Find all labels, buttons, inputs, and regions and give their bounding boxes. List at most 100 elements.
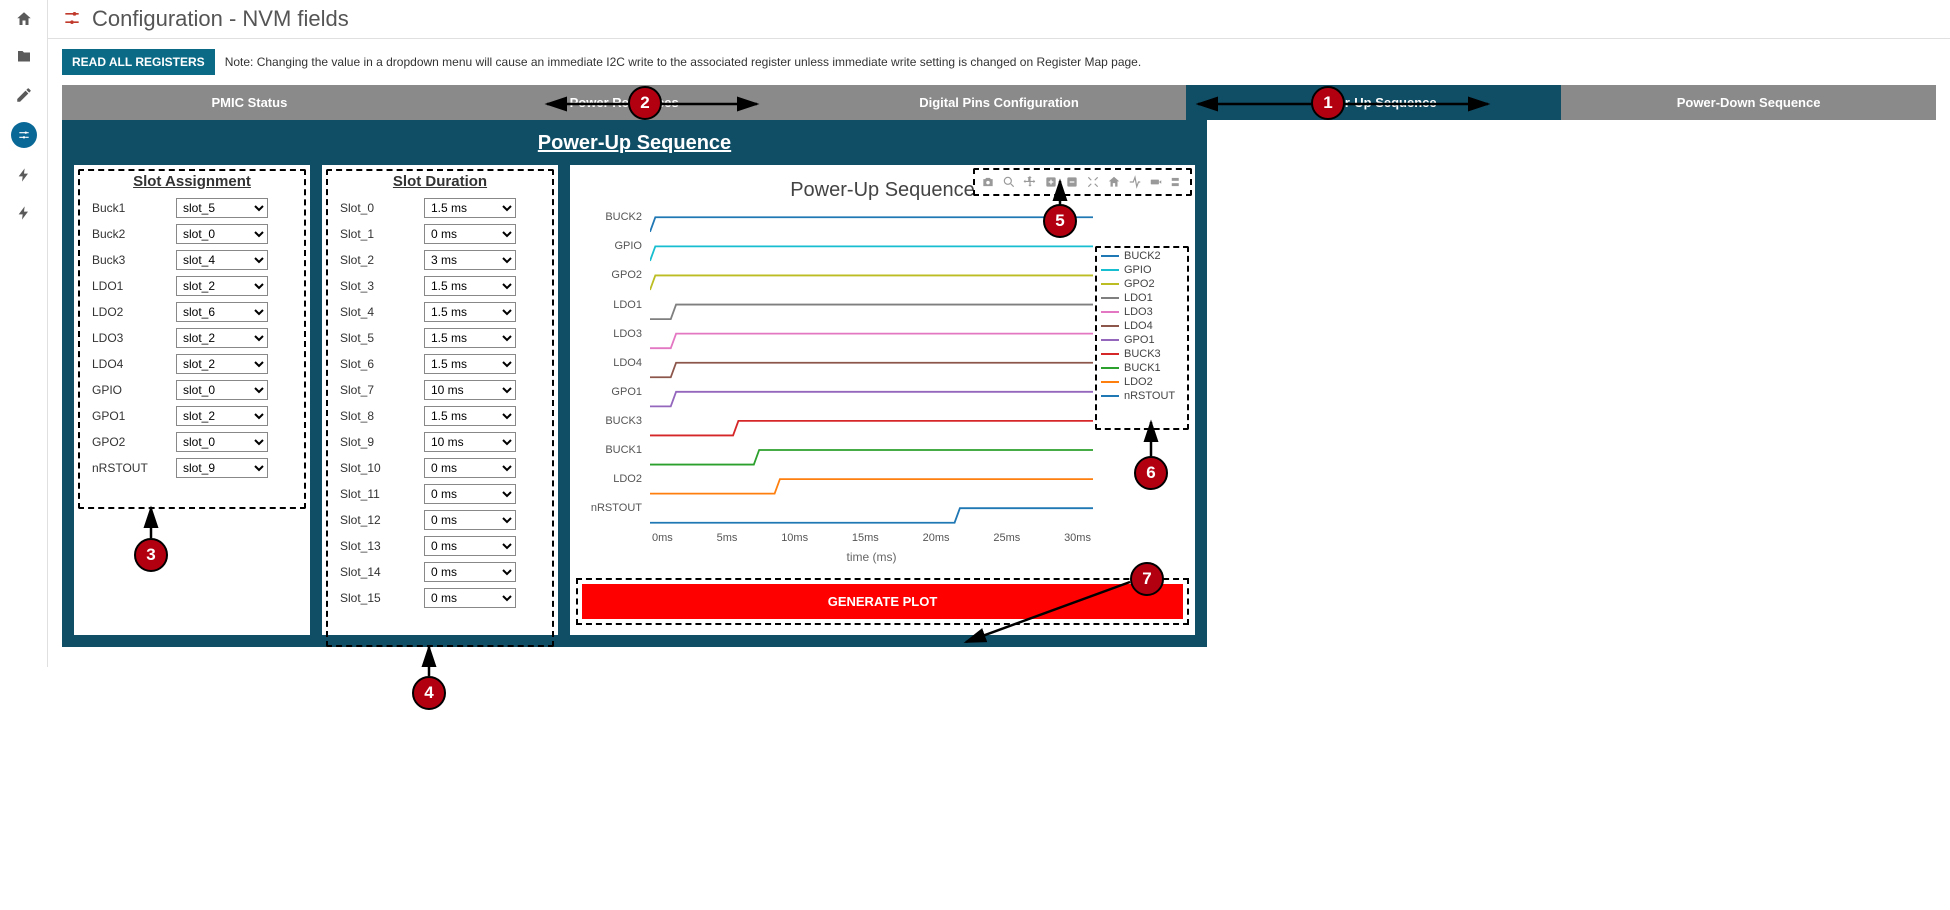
bolt-icon[interactable] [13, 164, 35, 186]
legend-item[interactable]: BUCK1 [1101, 362, 1183, 374]
slot-dur-label: Slot_12 [340, 513, 412, 527]
legend-item[interactable]: LDO3 [1101, 306, 1183, 318]
slot-assign-select-ldo1[interactable]: slot_2 [176, 276, 268, 296]
autoscale-icon[interactable] [1085, 174, 1101, 190]
slot-assign-select-buck1[interactable]: slot_5 [176, 198, 268, 218]
bolt-icon-2[interactable] [13, 202, 35, 224]
x-tick-label: 5ms [717, 532, 738, 544]
breadcrumb: Configuration - NVM fields [48, 0, 1950, 39]
slot-dur-select-slot_9[interactable]: 10 ms [424, 432, 516, 452]
callout-5: 5 [1043, 204, 1077, 238]
tab-power-down-sequence[interactable]: Power-Down Sequence [1561, 85, 1936, 120]
legend-swatch [1101, 255, 1119, 257]
slot-assign-select-gpio[interactable]: slot_0 [176, 380, 268, 400]
legend-swatch [1101, 297, 1119, 299]
pan-icon[interactable] [1022, 174, 1038, 190]
reset-icon[interactable] [1106, 174, 1122, 190]
slot-duration-panel: Slot Duration Slot_01.5 msSlot_10 msSlot… [322, 165, 558, 635]
slot-dur-select-slot_12[interactable]: 0 ms [424, 510, 516, 530]
slot-dur-label: Slot_9 [340, 435, 412, 449]
tab-digital-pins-configuration[interactable]: Digital Pins Configuration [812, 85, 1187, 120]
left-nav-sidebar [0, 0, 48, 667]
compare-hover-icon[interactable] [1169, 174, 1185, 190]
slot-assign-label: LDO3 [92, 331, 164, 345]
x-tick-label: 0ms [652, 532, 673, 544]
slot-assign-select-ldo2[interactable]: slot_6 [176, 302, 268, 322]
slot-dur-label: Slot_2 [340, 253, 412, 267]
tab-power-resources[interactable]: Power Resources [437, 85, 812, 120]
chart-plot-area[interactable]: BUCK2GPIOGPO2LDO1LDO3LDO4GPO1BUCK3BUCK1L… [588, 210, 1093, 570]
slot-dur-select-slot_5[interactable]: 1.5 ms [424, 328, 516, 348]
legend-item[interactable]: nRSTOUT [1101, 390, 1183, 402]
legend-label: BUCK1 [1124, 362, 1161, 374]
config-icon[interactable] [11, 122, 37, 148]
slot-assign-select-ldo4[interactable]: slot_2 [176, 354, 268, 374]
callout-6: 6 [1134, 456, 1168, 490]
callout-1: 1 [1311, 86, 1345, 120]
section-title: Power-Up Sequence [74, 132, 1195, 155]
slot-assign-label: GPO2 [92, 435, 164, 449]
slot-assign-select-nrstout[interactable]: slot_9 [176, 458, 268, 478]
zoom-out-icon[interactable] [1064, 174, 1080, 190]
y-tick-label: LDO3 [613, 328, 642, 340]
slot-assign-label: GPIO [92, 383, 164, 397]
slot-dur-select-slot_7[interactable]: 10 ms [424, 380, 516, 400]
slot-dur-select-slot_11[interactable]: 0 ms [424, 484, 516, 504]
legend-item[interactable]: BUCK2 [1101, 250, 1183, 262]
legend-item[interactable]: LDO1 [1101, 292, 1183, 304]
zoom-icon[interactable] [1001, 174, 1017, 190]
read-registers-button[interactable]: READ ALL REGISTERS [62, 49, 215, 75]
legend-label: LDO4 [1124, 320, 1153, 332]
slot-assign-label: Buck2 [92, 227, 164, 241]
home-icon[interactable] [13, 8, 35, 30]
folder-icon[interactable] [13, 46, 35, 68]
y-tick-label: BUCK2 [605, 211, 642, 223]
y-tick-label: LDO2 [613, 473, 642, 485]
zoom-in-icon[interactable] [1043, 174, 1059, 190]
slot-assign-select-buck3[interactable]: slot_4 [176, 250, 268, 270]
slot-assign-select-buck2[interactable]: slot_0 [176, 224, 268, 244]
slot-dur-select-slot_13[interactable]: 0 ms [424, 536, 516, 556]
y-tick-label: GPIO [614, 240, 642, 252]
generate-plot-button[interactable]: GENERATE PLOT [582, 584, 1183, 619]
legend-swatch [1101, 269, 1119, 271]
slot-dur-select-slot_15[interactable]: 0 ms [424, 588, 516, 608]
y-tick-label: BUCK1 [605, 444, 642, 456]
slot-dur-label: Slot_8 [340, 409, 412, 423]
slot-dur-label: Slot_5 [340, 331, 412, 345]
legend-label: GPO1 [1124, 334, 1155, 346]
slot-assignment-panel: Slot Assignment Buck1slot_5Buck2slot_0Bu… [74, 165, 310, 635]
slot-assign-select-gpo2[interactable]: slot_0 [176, 432, 268, 452]
slot-dur-select-slot_1[interactable]: 0 ms [424, 224, 516, 244]
legend-label: LDO1 [1124, 292, 1153, 304]
slot-dur-select-slot_3[interactable]: 1.5 ms [424, 276, 516, 296]
spike-icon[interactable] [1127, 174, 1143, 190]
toggle-hover-icon[interactable] [1148, 174, 1164, 190]
slot-dur-select-slot_10[interactable]: 0 ms [424, 458, 516, 478]
legend-item[interactable]: GPO2 [1101, 278, 1183, 290]
legend-swatch [1101, 353, 1119, 355]
legend-item[interactable]: LDO4 [1101, 320, 1183, 332]
legend-item[interactable]: GPIO [1101, 264, 1183, 276]
legend-swatch [1101, 311, 1119, 313]
tab-power-up-sequence[interactable]: Power-Up Sequence [1186, 85, 1561, 120]
slot-dur-select-slot_8[interactable]: 1.5 ms [424, 406, 516, 426]
slot-assign-select-ldo3[interactable]: slot_2 [176, 328, 268, 348]
slot-dur-select-slot_0[interactable]: 1.5 ms [424, 198, 516, 218]
chart-legend: BUCK2 GPIO GPO2 LDO1 LDO3 LDO4 GPO1 BUCK3 BUCK1 L… [1101, 210, 1183, 570]
callout-3: 3 [134, 538, 168, 572]
camera-icon[interactable] [980, 174, 996, 190]
slot-assign-select-gpo1[interactable]: slot_2 [176, 406, 268, 426]
slot-dur-select-slot_4[interactable]: 1.5 ms [424, 302, 516, 322]
slot-dur-select-slot_14[interactable]: 0 ms [424, 562, 516, 582]
legend-item[interactable]: GPO1 [1101, 334, 1183, 346]
legend-item[interactable]: LDO2 [1101, 376, 1183, 388]
slot-dur-select-slot_6[interactable]: 1.5 ms [424, 354, 516, 374]
x-tick-label: 25ms [993, 532, 1020, 544]
legend-item[interactable]: BUCK3 [1101, 348, 1183, 360]
tab-pmic-status[interactable]: PMIC Status [62, 85, 437, 120]
slot-dur-select-slot_2[interactable]: 3 ms [424, 250, 516, 270]
slot-assign-label: GPO1 [92, 409, 164, 423]
legend-swatch [1101, 381, 1119, 383]
edit-icon[interactable] [13, 84, 35, 106]
